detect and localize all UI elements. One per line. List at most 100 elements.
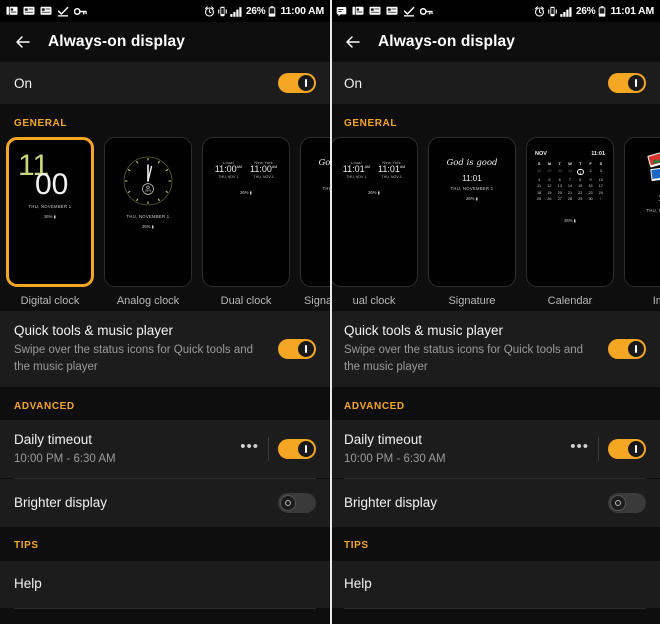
overflow-dots-icon[interactable]: ••• [240,439,259,459]
help-row[interactable]: Help [330,561,660,608]
master-toggle-label: On [344,75,363,91]
check-icon [57,6,69,17]
preview-date: THU, NOVEMBER 1 [322,186,330,191]
status-bar: 26% 11:00 AM [0,0,330,22]
signature-clock-preview: God is good 11:01 THU, NOVEMBER 1 26% ▮ [429,138,515,286]
daily-timeout-toggle[interactable] [608,439,646,459]
clock-style-option[interactable]: God is good 11:00 THU, NOVEMBER 1 26% ▮ Sign… [300,137,330,307]
alarm-icon [204,5,215,17]
back-arrow-icon[interactable] [344,33,362,51]
battery-icon [598,5,606,17]
clock-style-option[interactable]: 11 00 THU, NOVEMBER 1 26% ▮ Digital clock [6,137,94,307]
brighter-display-title: Brighter display [344,495,438,511]
vibrate-icon [548,6,557,17]
daily-timeout-row[interactable]: Daily timeout 10:00 PM - 6:30 AM ••• [0,419,330,479]
status-clock: 11:01 AM [610,5,654,17]
brighter-display-row[interactable]: Brighter display [330,479,660,528]
toggle-knob [298,340,314,357]
brighter-display-row[interactable]: Brighter display [0,479,330,528]
brighter-display-toggle[interactable] [608,493,646,514]
bottom-spacer [0,608,330,624]
clock-style-option[interactable]: Local 11:01AM THU, NOV 1 New York 11:01AM THU… [330,137,418,307]
clock-style-preview[interactable]: 26% THU, NOVEMBER 1 26% ▮ [104,137,192,287]
help-title: Help [14,576,42,592]
clock-style-preview[interactable]: NOV 11:01 S M T W T F S 28 29 30 31 1 2 3 4 5 6 7 8 9 10 11 12 13… [526,137,614,287]
dual-clock-away: New York 11:00AM THU, NOV 1 [250,160,278,179]
help-row[interactable]: Help [0,561,330,608]
status-bar: 26% 11:01 AM [330,0,660,22]
cards-icon [352,6,364,16]
cards-icon [6,6,18,16]
clock-style-list[interactable]: Local 11:01AM THU, NOV 1 New York 11:01AM THU… [330,137,660,311]
clock-style-preview[interactable]: 11 00 THU, NOVEMBER 1 26% ▮ [6,137,94,287]
key-icon [74,7,87,16]
key-icon [420,7,433,16]
toggle-knob [628,441,644,457]
clock-style-preview[interactable]: Local 11:01AM THU, NOV 1 New York 11:01AM THU… [330,137,418,287]
preview-time: 11:00 [301,174,330,183]
clock-style-preview[interactable]: 11:01 THU, NOVEMBER 1 26% ▮ [624,137,660,287]
preview-battery: 26% ▮ [44,214,56,219]
section-header-tips: TIPS [0,527,330,562]
quick-tools-row[interactable]: Quick tools & music player Swipe over the… [330,311,660,387]
preview-calendar-grid: S M T W T F S 28 29 30 31 1 2 3 4 5 6 7 8 9 10 11 12 13 14 15 16 17… [537,162,603,201]
preview-minute: 00 [35,168,69,201]
daily-timeout-subtitle: 10:00 PM - 6:30 AM [344,452,446,465]
preview-battery: 26% ▮ [368,190,380,195]
always-on-master-row[interactable]: On [0,62,330,104]
quick-tools-row[interactable]: Quick tools & music player Swipe over the… [0,311,330,387]
clock-style-preview[interactable]: God is good 11:00 THU, NOVEMBER 1 26% ▮ [300,137,330,287]
clock-style-preview[interactable]: Local 11:00AM THU, NOV 1 New York 11:00AM THU… [202,137,290,287]
signature-clock-preview: God is good 11:00 THU, NOVEMBER 1 26% ▮ [301,138,330,286]
clock-style-option[interactable]: Local 11:00AM THU, NOV 1 New York 11:00AM THU… [202,137,290,307]
preview-battery: 26% ▮ [625,218,660,223]
toggle-knob [298,75,314,91]
page-title: Always-on display [378,33,515,50]
quick-tools-toggle[interactable] [278,338,316,359]
clock-style-label: Dual clock [220,295,272,307]
battery-percent: 26% [576,5,596,17]
brighter-display-toggle[interactable] [278,493,316,514]
daily-timeout-title: Daily timeout [14,431,93,447]
preview-date: THU, NOVEMBER 1 [450,186,494,191]
preview-date: THU, NOVEMBER 1 [28,204,72,209]
always-on-toggle[interactable] [608,73,646,93]
daily-timeout-subtitle: 10:00 PM - 6:30 AM [14,452,116,465]
digital-clock-preview: 11 00 THU, NOVEMBER 1 26% ▮ [9,140,91,284]
status-indicators: 26% 11:01 AM [534,5,654,17]
status-clock: 11:00 AM [280,5,324,17]
clock-style-option[interactable]: 26% THU, NOVEMBER 1 26% ▮ Analog clock [104,137,192,307]
daily-timeout-row[interactable]: Daily timeout 10:00 PM - 6:30 AM ••• [330,419,660,479]
preview-battery: 26% ▮ [301,196,330,201]
daily-timeout-toggle[interactable] [278,439,316,459]
section-header-advanced: ADVANCED [330,386,660,420]
quick-tools-title: Quick tools & music player [14,323,174,338]
always-on-toggle[interactable] [278,73,316,93]
toggle-knob [280,495,296,512]
app-bar: Always-on display [0,22,330,62]
overflow-dots-icon[interactable]: ••• [570,439,589,459]
page-title: Always-on display [48,33,185,50]
bottom-spacer [330,608,660,624]
clock-style-label: Digital clock [20,295,80,307]
section-header-tips: TIPS [330,527,660,562]
quick-tools-subtitle: Swipe over the status icons for Quick to… [344,344,584,373]
battery-percent: 26% [246,5,266,17]
card-id-icon [386,6,398,16]
card-id-icon [40,6,52,16]
clock-style-option[interactable]: NOV 11:01 S M T W T F S 28 29 30 31 1 2 3 4 5 6 7 8 9 10 11 12 13… [526,137,614,307]
clock-style-option[interactable]: God is good 11:01 THU, NOVEMBER 1 26% ▮ Sign… [428,137,516,307]
preview-battery: 26% ▮ [142,224,154,229]
chat-icon [336,6,347,17]
always-on-master-row[interactable]: On [330,62,660,104]
dual-clock-local: Local 11:01AM THU, NOV 1 [342,160,370,179]
clock-style-preview[interactable]: God is good 11:01 THU, NOVEMBER 1 26% ▮ [428,137,516,287]
row-separator [598,437,599,461]
back-arrow-icon[interactable] [14,33,32,51]
preview-month: NOV [535,151,547,157]
clock-style-label: Calendar [547,295,593,307]
clock-style-option[interactable]: 11:01 THU, NOVEMBER 1 26% ▮ Image [624,137,660,307]
section-header-general: GENERAL [330,104,660,137]
clock-style-list[interactable]: 11 00 THU, NOVEMBER 1 26% ▮ Digital clock 26%… [0,137,330,311]
quick-tools-toggle[interactable] [608,338,646,359]
